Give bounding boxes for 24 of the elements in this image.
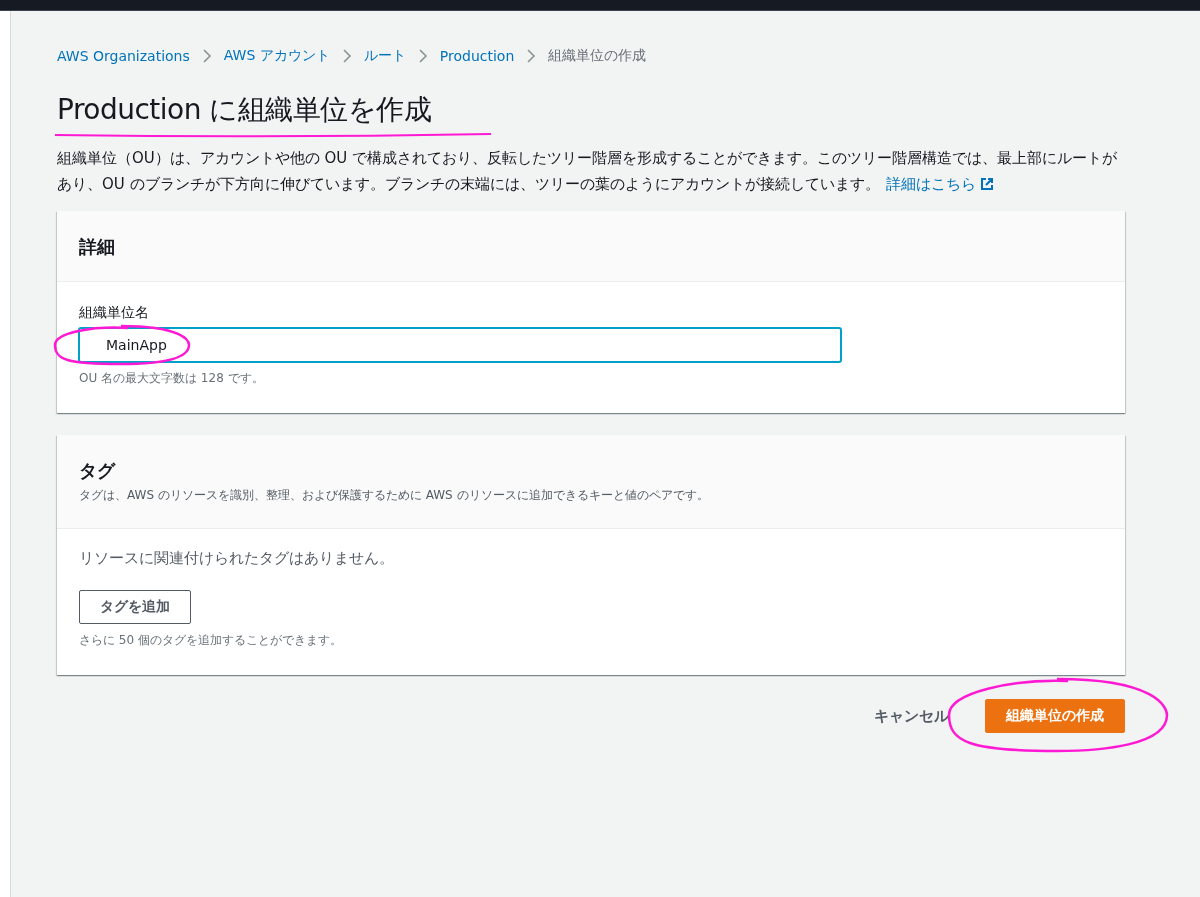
description-text: 組織単位（OU）は、アカウントや他の OU で構成されており、反転したツリー階層を形成することができます。このツリー階層構造では、最上部にルートがあり、OU のブランチが下方向に伸びています。ブランチの末端には、ツリーの葉のようにアカウントが接続しています。 詳細はこちら xyxy=(57,148,1119,195)
cancel-button[interactable]: キャンセル xyxy=(874,706,949,726)
field-label: 組織単位名 xyxy=(79,304,149,322)
breadcrumb-link[interactable]: AWS アカウント xyxy=(223,47,330,65)
breadcrumb-link[interactable]: ルート xyxy=(363,47,406,65)
name-input-field[interactable]: MainApp xyxy=(79,328,841,362)
chevron-icon xyxy=(526,49,537,63)
chevron-icon xyxy=(201,49,212,63)
external-link-icon xyxy=(979,177,994,191)
breadcrumb-link[interactable]: Production xyxy=(439,48,515,64)
learn-more-link[interactable]: 詳細はこちら xyxy=(885,175,976,193)
breadcrumb-current-page: 組織単位の作成 xyxy=(548,47,647,65)
section-heading: タグ xyxy=(79,459,117,483)
chevron-icon xyxy=(417,49,428,63)
chevron-icon xyxy=(341,49,352,63)
section-description: タグは、AWS のリソースを識別、整理、および保護するために AWS のリソースに追加できるキーと値のペアです。 xyxy=(79,487,710,504)
add-tag-button[interactable]: タグを追加 xyxy=(79,590,191,624)
section-heading: 詳細 xyxy=(79,235,116,259)
tag-limit-text: さらに 50 個のタグを追加することができます。 xyxy=(79,632,343,649)
page-title: Production に組織単位を作成 xyxy=(57,92,432,128)
field-hint: OU 名の最大文字数は 128 です。 xyxy=(79,370,265,387)
breadcrumb-link[interactable]: AWS Organizations xyxy=(57,48,190,64)
empty-message: リソースに関連付けられたタグはありません。 xyxy=(79,549,395,568)
create-button[interactable]: 組織単位の作成 xyxy=(985,699,1125,733)
